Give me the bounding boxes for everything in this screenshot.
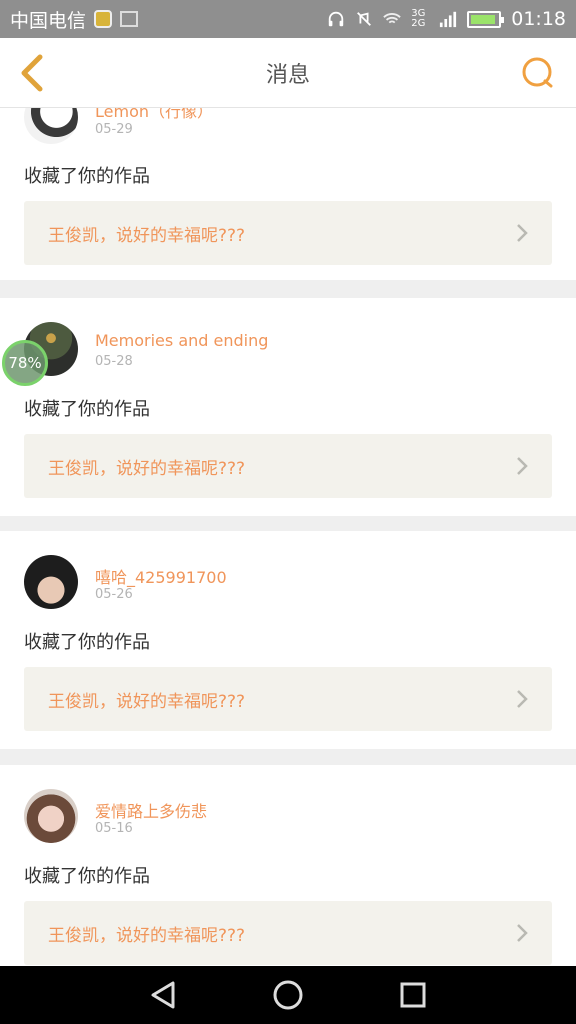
action-text: 收藏了你的作品 [24, 399, 150, 420]
search-icon [522, 57, 553, 88]
progress-text: 78% [8, 354, 42, 372]
nav-home-button[interactable] [268, 975, 308, 1015]
work-title: 王俊凯，说好的幸福呢??? [48, 458, 246, 479]
chevron-right-icon [517, 224, 528, 242]
back-triangle-icon [151, 981, 175, 1009]
user-name[interactable]: 爱情路上多伤悲 [95, 798, 207, 822]
image-notification-icon [120, 11, 139, 27]
signal-icon [440, 11, 457, 28]
home-circle-icon [273, 980, 303, 1010]
chevron-right-icon [517, 690, 528, 708]
avatar[interactable] [24, 108, 78, 144]
chevron-right-icon [517, 924, 528, 942]
avatar[interactable] [24, 555, 78, 609]
work-title: 王俊凯，说好的幸福呢??? [48, 925, 246, 946]
work-title: 王俊凯，说好的幸福呢??? [48, 225, 246, 246]
carrier-label: 中国电信 [10, 9, 87, 32]
work-link[interactable]: 王俊凯，说好的幸福呢??? [24, 901, 552, 965]
user-name[interactable]: Lemon（行像） [95, 108, 213, 122]
system-nav-bar [0, 966, 576, 1024]
mute-icon [357, 12, 372, 26]
battery-icon [467, 10, 505, 28]
status-bar: 中国电信 3G 2G 01:18 [0, 0, 576, 38]
action-text: 收藏了你的作品 [24, 866, 150, 887]
message-date: 05-26 [95, 587, 133, 602]
work-title: 王俊凯，说好的幸福呢??? [48, 691, 246, 712]
nav-back-button[interactable] [143, 975, 183, 1015]
work-link[interactable]: 王俊凯，说好的幸福呢??? [24, 201, 552, 265]
action-text: 收藏了你的作品 [24, 632, 150, 653]
message-card: Memories and ending 05-28 收藏了你的作品 王俊凯，说好… [0, 298, 576, 516]
back-button[interactable] [12, 51, 52, 95]
app-notification-icon [94, 10, 113, 28]
recents-square-icon [400, 982, 426, 1008]
clock: 01:18 [511, 8, 566, 30]
chevron-left-icon [21, 54, 43, 92]
work-link[interactable]: 王俊凯，说好的幸福呢??? [24, 667, 552, 731]
header-bar: 消息 [0, 38, 576, 108]
floating-progress-badge[interactable]: 78% [2, 340, 48, 386]
message-date: 05-29 [95, 122, 133, 137]
search-button[interactable] [520, 55, 556, 91]
avatar[interactable] [24, 789, 78, 843]
message-date: 05-28 [95, 354, 133, 369]
headphones-icon [329, 11, 344, 27]
chevron-right-icon [517, 457, 528, 475]
action-text: 收藏了你的作品 [24, 166, 150, 187]
page-title: 消息 [265, 62, 310, 88]
work-link[interactable]: 王俊凯，说好的幸福呢??? [24, 434, 552, 498]
user-name[interactable]: 嘻哈_425991700 [95, 564, 227, 588]
network-label: 3G 2G [411, 8, 426, 29]
message-date: 05-16 [95, 821, 133, 836]
message-card: 爱情路上多伤悲 05-16 收藏了你的作品 王俊凯，说好的幸福呢??? [0, 765, 576, 966]
nav-recents-button[interactable] [393, 975, 433, 1015]
user-name[interactable]: Memories and ending [95, 331, 268, 350]
message-card: Lemon（行像） 05-29 收藏了你的作品 王俊凯，说好的幸福呢??? [0, 108, 576, 280]
wifi-icon [383, 13, 401, 24]
message-card: 嘻哈_425991700 05-26 收藏了你的作品 王俊凯，说好的幸福呢??? [0, 531, 576, 749]
message-list[interactable]: Lemon（行像） 05-29 收藏了你的作品 王俊凯，说好的幸福呢??? Me… [0, 108, 576, 966]
